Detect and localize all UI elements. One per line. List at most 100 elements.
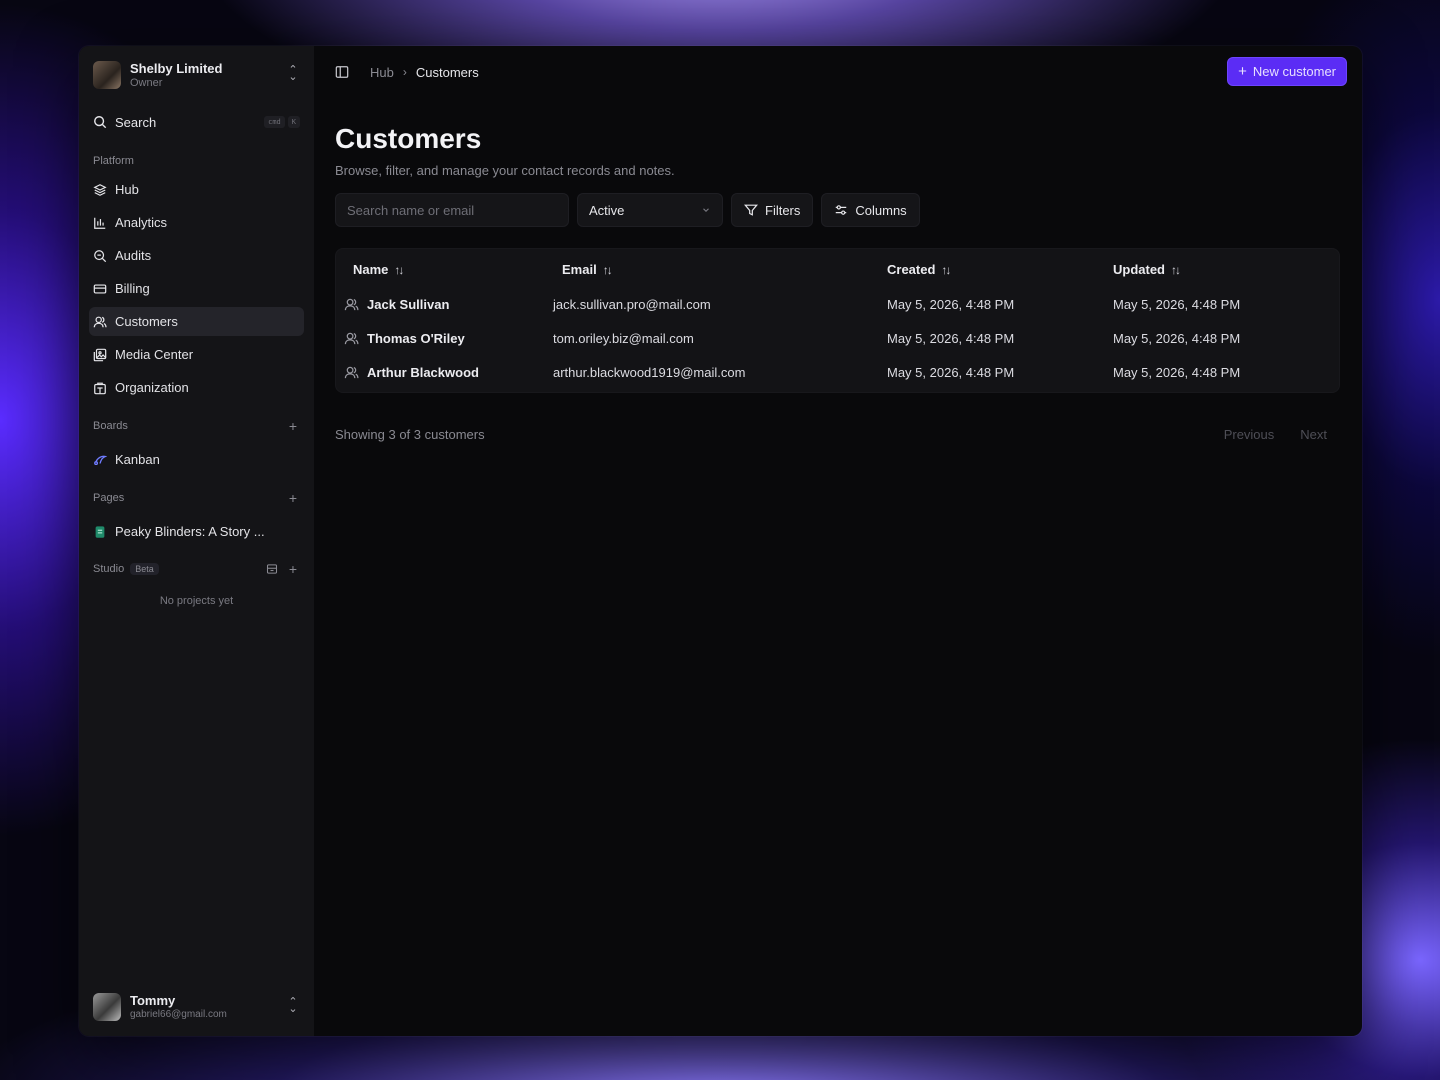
search-zoom-icon xyxy=(93,249,107,263)
kanban-icon xyxy=(93,453,107,467)
search-icon xyxy=(94,116,107,129)
topbar: Hub › Customers + New customer xyxy=(335,46,1347,98)
column-header-email[interactable]: Email ↑↓ xyxy=(562,262,887,277)
table-row[interactable]: Jack Sullivan jack.sullivan.pro@mail.com… xyxy=(336,287,1339,321)
sidebar-item-kanban[interactable]: Kanban xyxy=(89,445,304,474)
status-value: Active xyxy=(589,202,625,218)
filter-icon xyxy=(744,204,758,216)
sidebar-item-organization[interactable]: Organization xyxy=(89,373,304,402)
sidebar: Shelby Limited Owner ⌃ ⌄ Search cmd K Pla… xyxy=(79,46,314,1036)
page-icon xyxy=(93,525,107,539)
breadcrumb-current: Customers xyxy=(415,64,479,80)
filters-label: Filters xyxy=(765,202,801,218)
sidebar-item-analytics[interactable]: Analytics xyxy=(89,208,304,237)
customer-created: May 5, 2026, 4:48 PM xyxy=(887,330,1015,346)
user-name: Tommy xyxy=(130,993,176,1008)
sidebar-item-label: Hub xyxy=(115,182,139,197)
sliders-icon xyxy=(836,205,847,215)
column-header-created[interactable]: Created ↑↓ xyxy=(887,262,1113,277)
table-row[interactable]: Arthur Blackwood arthur.blackwood1919@ma… xyxy=(336,355,1339,389)
customer-name[interactable]: Jack Sullivan xyxy=(367,297,449,312)
chevron-up-down-icon: ⌃ ⌄ xyxy=(288,64,298,83)
sidebar-item-media-center[interactable]: Media Center xyxy=(89,340,304,369)
column-header-name[interactable]: Name ↑↓ xyxy=(336,262,562,277)
table-header: Name ↑↓ Email ↑↓ Created ↑↓ Updated ↑↓ xyxy=(336,252,1339,287)
org-name: Shelby Limited xyxy=(130,60,223,76)
add-project-icon[interactable]: + xyxy=(286,561,300,577)
layers-icon xyxy=(93,183,107,197)
section-studio: Studio Beta + xyxy=(89,559,304,579)
org-avatar xyxy=(93,61,121,89)
sidebar-item-label: Media Center xyxy=(115,347,194,362)
customer-name[interactable]: Thomas O'Riley xyxy=(367,331,465,346)
customer-updated: May 5, 2026, 4:48 PM xyxy=(1113,364,1241,380)
sidebar-item-hub[interactable]: Hub xyxy=(89,175,304,204)
main-content: Hub › Customers + New customer Customers… xyxy=(314,46,1362,1036)
beta-badge: Beta xyxy=(130,563,159,575)
breadcrumb-separator: › xyxy=(402,65,407,79)
sidebar-item-label: Customers xyxy=(115,314,178,329)
customers-table: Name ↑↓ Email ↑↓ Created ↑↓ Updated ↑↓ Jack … xyxy=(335,248,1340,393)
sidebar-item-label: Billing xyxy=(115,281,150,296)
search-input[interactable]: Search name or email xyxy=(335,193,569,227)
page-title: Customers xyxy=(335,123,482,154)
customer-created: May 5, 2026, 4:48 PM xyxy=(887,296,1015,312)
sort-icon: ↑↓ xyxy=(394,262,404,277)
columns-label: Columns xyxy=(855,202,907,218)
plus-icon: + xyxy=(1238,63,1247,80)
sidebar-item-label: Organization xyxy=(115,380,189,395)
section-platform: Platform xyxy=(93,155,134,167)
org-switcher[interactable]: Shelby Limited Owner ⌃ ⌄ xyxy=(89,46,304,104)
customer-email: arthur.blackwood1919@mail.com xyxy=(553,364,746,380)
sidebar-item-customers[interactable]: Customers xyxy=(89,307,304,336)
user-email: gabriel66@gmail.com xyxy=(130,1009,227,1020)
sidebar-item-label: Analytics xyxy=(115,215,168,230)
search-label: Search xyxy=(115,114,157,130)
page-subtitle: Browse, filter, and manage your contact … xyxy=(335,163,675,178)
customer-email: tom.oriley.biz@mail.com xyxy=(553,330,694,346)
next-button[interactable]: Next xyxy=(1287,420,1340,448)
sidebar-item-label: Peaky Blinders: A Story ... xyxy=(115,524,265,539)
new-customer-button[interactable]: + New customer xyxy=(1227,57,1347,86)
archive-icon[interactable] xyxy=(266,563,278,575)
add-board-icon[interactable]: + xyxy=(286,418,300,434)
search-placeholder: Search name or email xyxy=(347,202,475,218)
sidebar-toggle-icon[interactable] xyxy=(335,65,349,79)
customer-name[interactable]: Arthur Blackwood xyxy=(367,365,479,380)
sidebar-item-audits[interactable]: Audits xyxy=(89,241,304,270)
customer-updated: May 5, 2026, 4:48 PM xyxy=(1113,330,1241,346)
result-count: Showing 3 of 3 customers xyxy=(335,426,485,442)
user-avatar xyxy=(93,993,121,1021)
sidebar-item-label: Audits xyxy=(115,248,152,263)
filters-button[interactable]: Filters xyxy=(731,193,814,227)
app-window: Shelby Limited Owner ⌃ ⌄ Search cmd K Pla… xyxy=(79,46,1362,1036)
customer-created: May 5, 2026, 4:48 PM xyxy=(887,364,1015,380)
sort-icon: ↑↓ xyxy=(1171,262,1181,277)
user-menu[interactable]: Tommy gabriel66@gmail.com ⌃ ⌄ xyxy=(93,990,300,1024)
sidebar-item-billing[interactable]: Billing xyxy=(89,274,304,303)
media-icon xyxy=(93,348,107,362)
previous-button[interactable]: Previous xyxy=(1211,420,1288,448)
org-role: Owner xyxy=(130,76,163,89)
column-header-updated[interactable]: Updated ↑↓ xyxy=(1113,262,1339,277)
sidebar-search[interactable]: Search cmd K xyxy=(89,107,304,137)
pagination-bar: Showing 3 of 3 customers Previous Next xyxy=(335,420,1340,448)
filter-toolbar: Search name or email Active Filters Colu… xyxy=(335,193,1341,227)
studio-empty-state: No projects yet xyxy=(159,595,234,607)
table-row[interactable]: Thomas O'Riley tom.oriley.biz@mail.com M… xyxy=(336,321,1339,355)
section-pages: Pages + xyxy=(89,488,304,508)
new-customer-label: New customer xyxy=(1252,64,1336,79)
sidebar-item-page[interactable]: Peaky Blinders: A Story ... xyxy=(89,517,304,546)
section-boards: Boards + xyxy=(89,416,304,436)
kbd-k: K xyxy=(287,116,300,128)
bar-chart-icon xyxy=(93,216,107,230)
status-select[interactable]: Active xyxy=(577,193,723,227)
building-icon xyxy=(93,381,107,395)
sort-icon: ↑↓ xyxy=(941,262,951,277)
breadcrumb-hub[interactable]: Hub xyxy=(370,65,394,80)
sidebar-item-label: Kanban xyxy=(115,452,160,467)
add-page-icon[interactable]: + xyxy=(286,490,300,506)
breadcrumb: Hub › Customers xyxy=(370,65,479,80)
columns-button[interactable]: Columns xyxy=(821,193,920,227)
sort-icon: ↑↓ xyxy=(602,262,613,277)
